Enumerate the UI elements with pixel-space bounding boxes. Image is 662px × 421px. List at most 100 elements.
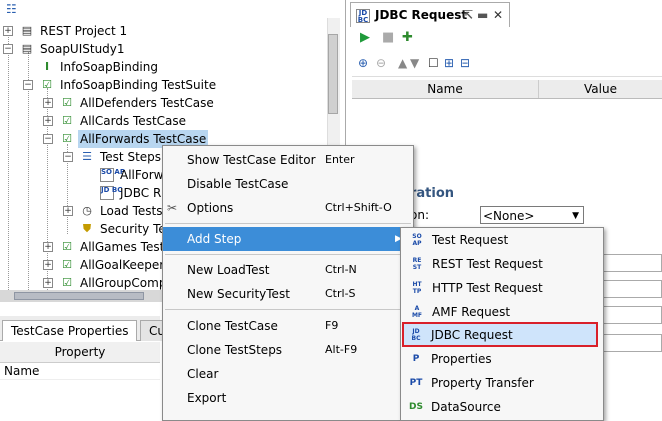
submenu-item-label: HTTP Test Request: [432, 281, 543, 295]
sort-icon[interactable]: ☐: [428, 56, 439, 70]
collapse-icon[interactable]: −: [43, 134, 53, 144]
submenu-item-property-transfer[interactable]: PT Property Transfer: [400, 371, 602, 395]
menu-item-clone-testcase[interactable]: Clone TestCase F9: [163, 314, 413, 338]
submenu-item-test-request[interactable]: SO AP Test Request: [401, 228, 603, 252]
submenu-item-jdbc-request[interactable]: JD BC JDBC Request: [400, 323, 602, 347]
save-icon[interactable]: ⊟: [460, 56, 470, 70]
datasource-icon: DS: [409, 402, 423, 412]
remove-property-icon[interactable]: ⊖: [376, 56, 386, 70]
stop-icon[interactable]: ■: [382, 30, 394, 45]
menu-item-new-loadtest[interactable]: New LoadTest Ctrl-N: [163, 258, 413, 282]
expand-icon[interactable]: +: [43, 242, 53, 252]
menu-divider: [165, 254, 411, 255]
submenu-item-label: AMF Request: [432, 305, 511, 319]
tree-item-label: AllDefenders TestCase: [80, 96, 214, 110]
submenu-item-properties[interactable]: P Properties: [400, 347, 602, 371]
tree-item-label: AllGroupComp: [80, 276, 167, 290]
expand-icon[interactable]: +: [43, 98, 53, 108]
jdbc-request-icon: JD BC: [411, 328, 421, 342]
testcase-context-menu: Show TestCase Editor Enter Disable TestC…: [162, 145, 414, 421]
collapse-icon[interactable]: −: [63, 152, 73, 162]
menu-item-show-editor[interactable]: Show TestCase Editor Enter: [163, 148, 413, 172]
menu-item-label: Clone TestCase: [187, 319, 278, 333]
submenu-item-amf-request[interactable]: A MF AMF Request: [401, 300, 603, 324]
connection-string-field[interactable]: [600, 280, 662, 298]
submenu-item-label: JDBC Request: [431, 328, 513, 342]
expand-icon[interactable]: +: [63, 206, 73, 216]
sql-query-field[interactable]: [600, 334, 662, 352]
run-icon[interactable]: ▶: [360, 30, 370, 45]
testcase-icon: ☑: [62, 276, 72, 289]
submenu-item-label: Properties: [431, 352, 492, 366]
testcase-icon: ☑: [62, 258, 72, 271]
menu-item-label: Disable TestCase: [187, 177, 289, 191]
menu-item-shortcut: F9: [325, 319, 339, 332]
close-icon[interactable]: ✕: [493, 3, 503, 27]
submenu-item-datasource[interactable]: DS DataSource: [400, 395, 602, 419]
property-column-header[interactable]: Property: [0, 342, 160, 363]
jdbc-request-icon: JD BC: [356, 9, 370, 24]
scrollbar-thumb[interactable]: [328, 34, 338, 114]
menu-item-label: Add Step: [187, 232, 242, 246]
jdbc-request-tab[interactable]: JD BC JDBC Request ⇱ ▬ ✕: [350, 2, 510, 27]
testsuite-icon: ☑: [42, 78, 52, 91]
load-icon[interactable]: ⊞: [444, 56, 454, 70]
expand-icon[interactable]: +: [43, 278, 53, 288]
tab-testcase-properties[interactable]: TestCase Properties: [2, 320, 138, 341]
tree-item-label: AllGoalKeeper: [80, 258, 165, 272]
connection-select-value: <None>: [483, 209, 535, 223]
column-header-value[interactable]: Value: [539, 80, 662, 98]
column-header-name[interactable]: Name: [352, 80, 539, 98]
collapse-icon[interactable]: −: [23, 80, 33, 90]
tree-item-label: Load Tests: [100, 204, 163, 218]
soap-request-icon: SO AP: [412, 233, 422, 247]
testcase-icon: ☑: [62, 132, 72, 145]
tree-item-label: InfoSoapBinding TestSuite: [60, 78, 217, 92]
move-down-icon[interactable]: ▼: [410, 56, 419, 70]
editor-toolbar: ▶ ■ ✚: [352, 30, 662, 50]
submenu-item-rest-request[interactable]: RE ST REST Test Request: [401, 252, 603, 276]
scrollbar-thumb[interactable]: [14, 292, 144, 300]
menu-item-options[interactable]: ✂ Options Ctrl+Shift-O: [163, 196, 413, 220]
submenu-item-label: REST Test Request: [432, 257, 543, 271]
move-up-icon[interactable]: ▲: [398, 56, 407, 70]
detach-icon[interactable]: ⇱: [463, 3, 473, 27]
menu-item-label: Export: [187, 391, 227, 405]
collapse-icon[interactable]: −: [3, 44, 13, 54]
menu-item-shortcut: Ctrl-N: [325, 263, 357, 276]
expand-icon[interactable]: +: [43, 260, 53, 270]
menu-item-clone-teststeps[interactable]: Clone TestSteps Alt-F9: [163, 338, 413, 362]
menu-item-label: New LoadTest: [187, 263, 270, 277]
driver-field[interactable]: [600, 254, 662, 272]
add-assertion-icon[interactable]: ✚: [402, 30, 413, 45]
expand-icon[interactable]: +: [43, 116, 53, 126]
submenu-item-http-request[interactable]: HT TP HTTP Test Request: [401, 276, 603, 300]
expand-icon[interactable]: +: [3, 26, 13, 36]
menu-item-shortcut: Alt-F9: [325, 343, 358, 356]
load-test-icon: ◷: [82, 204, 92, 217]
menu-divider: [165, 309, 411, 310]
tree-item-label: JDBC R: [120, 186, 162, 200]
tree-item-label: REST Project 1: [40, 24, 128, 38]
menu-item-new-securitytest[interactable]: New SecurityTest Ctrl-S: [163, 282, 413, 306]
property-row[interactable]: Name: [0, 362, 160, 380]
tree-item-label: AllCards TestCase: [80, 114, 187, 128]
menu-item-clear[interactable]: Clear: [163, 362, 413, 386]
password-field[interactable]: [600, 306, 662, 324]
add-property-icon[interactable]: ⊕: [358, 56, 368, 70]
menu-item-shortcut: Enter: [325, 153, 355, 166]
tree-options-icon[interactable]: ☷: [6, 2, 17, 16]
tree-item-label: Security Te: [100, 222, 166, 236]
menu-item-add-step[interactable]: Add Step ▶: [163, 227, 413, 251]
menu-item-shortcut: Ctrl+Shift-O: [325, 201, 392, 214]
menu-item-label: Clear: [187, 367, 219, 381]
menu-item-export[interactable]: Export: [163, 386, 413, 410]
project-icon: ▤: [21, 42, 33, 55]
connection-select[interactable]: <None> ▼: [480, 206, 584, 224]
jdbc-request-icon: JD BC: [100, 186, 122, 200]
menu-item-label: Options: [187, 201, 234, 215]
menu-item-disable[interactable]: Disable TestCase: [163, 172, 413, 196]
amf-request-icon: A MF: [411, 305, 423, 319]
shield-icon: ⛊: [82, 222, 92, 235]
minimize-icon[interactable]: ▬: [477, 3, 488, 27]
